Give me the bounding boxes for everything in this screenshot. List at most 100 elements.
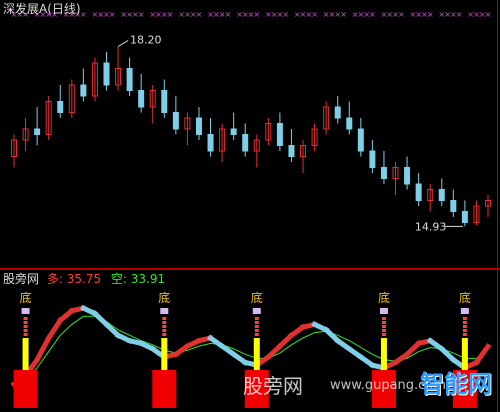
candle-body	[242, 134, 249, 152]
panel-divider	[0, 268, 500, 270]
candle-body	[450, 200, 457, 212]
bottom-signal-dot	[254, 317, 259, 320]
candle-body	[103, 62, 110, 86]
candle-body	[404, 167, 411, 185]
kong-value: 33.91	[130, 272, 166, 286]
bottom-signal-label: 底	[378, 290, 390, 305]
duo-line-segment	[33, 334, 53, 364]
bottom-signal-dot	[254, 333, 259, 336]
bottom-signal-dot	[462, 317, 467, 320]
low-label: 14.93	[415, 220, 447, 233]
bottom-signal-dot	[381, 321, 386, 324]
signal-cross: ×	[80, 10, 87, 19]
bottom-signal-box	[252, 308, 261, 314]
candle-body	[126, 68, 133, 91]
candle-body	[369, 150, 376, 168]
signal-cross: ×	[225, 10, 232, 19]
kong-label: 空	[110, 272, 123, 286]
bottom-signal-dot	[381, 333, 386, 336]
signal-cross: ×	[109, 10, 116, 19]
bottom-signal-dot	[381, 317, 386, 320]
high-label: 18.20	[130, 34, 162, 47]
bottom-signal-dot	[23, 325, 28, 328]
bottom-signal-stem	[253, 338, 260, 370]
signal-cross: ×	[369, 10, 376, 19]
candle-body	[346, 117, 353, 130]
bottom-signal-box	[379, 308, 388, 314]
bottom-signal-dot	[462, 321, 467, 324]
signal-cross: ×	[138, 10, 145, 19]
bottom-signal-dot	[254, 329, 259, 332]
candle-body	[57, 101, 64, 113]
indicator-legend: 股旁网 多: 35.75 空: 33.91	[3, 272, 165, 286]
candle-body	[461, 211, 468, 223]
duo-line-segment	[472, 342, 492, 366]
candle-body	[357, 128, 364, 152]
candle-body	[80, 84, 87, 97]
candle-body	[172, 112, 179, 130]
duo-value: 35.75	[66, 272, 102, 286]
candle-body	[438, 189, 445, 201]
bottom-signal-block	[13, 370, 38, 408]
bottom-signal-block	[152, 370, 177, 408]
candle-body	[161, 90, 168, 113]
chart-canvas: × × × × × × × × × × × × × × × × × × × × × × × × × × × × × × × × × × × × × × × ×…	[10, 10, 492, 408]
bottom-signal-dot	[162, 321, 167, 324]
bottom-signal-dot	[462, 329, 467, 332]
candle-body	[195, 117, 202, 135]
candle-body	[138, 90, 145, 108]
bottom-signal-dot	[23, 317, 28, 320]
high-pointer	[117, 40, 129, 47]
signal-cross: ×	[253, 10, 260, 19]
candle-body	[334, 106, 341, 119]
signal-cross: ×	[485, 10, 492, 19]
bottom-signal-label: 底	[20, 290, 32, 305]
candle-body	[230, 128, 237, 135]
watermark-logo: 智能网	[420, 370, 492, 398]
candle-body	[207, 134, 214, 152]
bottom-signal-stem	[22, 338, 29, 370]
bottom-signal-dot	[462, 333, 467, 336]
candle-body	[276, 123, 283, 146]
bottom-signal-dot	[462, 325, 467, 328]
signal-cross: ×	[167, 10, 174, 19]
right-axis-line	[497, 0, 498, 412]
bottom-signal-dot	[23, 329, 28, 332]
bottom-signal-dot	[23, 321, 28, 324]
bottom-signal-box	[21, 308, 30, 314]
signal-cross: ×	[282, 10, 289, 19]
candle-body	[415, 183, 422, 201]
bottom-signal-stem	[161, 338, 168, 370]
bottom-signal-dot	[254, 321, 259, 324]
signal-cross: ×	[427, 10, 434, 19]
bottom-signal-dot	[162, 329, 167, 332]
bottom-signal-box	[160, 308, 169, 314]
watermark-main: 股旁网	[243, 374, 303, 398]
bottom-signal-label: 底	[251, 290, 263, 305]
candle-body	[380, 167, 387, 179]
bottom-signal-label: 底	[459, 290, 471, 305]
bottom-signal-dot	[254, 325, 259, 328]
candle-body	[34, 128, 41, 135]
signal-cross: ×	[398, 10, 405, 19]
bottom-signal-label: 底	[158, 290, 170, 305]
signal-cross: ×	[340, 10, 347, 19]
bottom-signal-box	[460, 308, 469, 314]
bottom-signal-dot	[23, 333, 28, 336]
kong-legend: 空: 33.91	[110, 272, 166, 286]
bottom-signal-dot	[162, 325, 167, 328]
signal-cross: ×	[456, 10, 463, 19]
signal-cross: ×	[311, 10, 318, 19]
duo-label: 多	[46, 272, 59, 286]
indicator-name: 股旁网	[3, 272, 40, 286]
duo-legend: 多: 35.75	[46, 272, 102, 286]
signal-cross: ×	[196, 10, 203, 19]
bottom-signal-dot	[162, 317, 167, 320]
bottom-signal-dot	[381, 325, 386, 328]
candle-body	[288, 145, 295, 157]
chart-title: 深发展A(日线)	[3, 2, 81, 16]
duo-line-segment	[45, 316, 64, 342]
bottom-signal-dot	[381, 329, 386, 332]
bottom-signal-dot	[162, 333, 167, 336]
bottom-signal-stem	[380, 338, 387, 370]
